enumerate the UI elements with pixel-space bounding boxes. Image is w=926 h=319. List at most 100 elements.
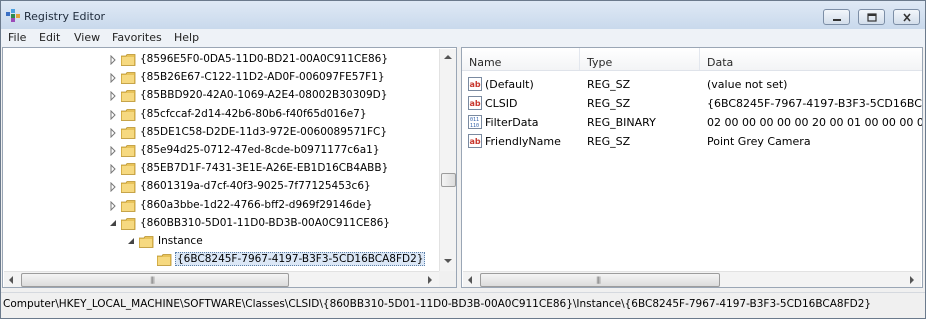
folder-icon [121, 90, 136, 103]
scroll-grip: ||| [596, 276, 601, 284]
open-folder-icon [121, 217, 136, 230]
tree-node[interactable]: {85cfccaf-2d14-42b6-80b6-f40f65d016e7} [109, 106, 439, 124]
values-list-pane[interactable]: Name Type Data ab (Default) REG_SZ (value n… [461, 47, 923, 288]
tree-node[interactable]: {85BBD920-42A0-1069-A2E4-08002B30309D} [109, 87, 439, 105]
scroll-thumb[interactable]: ||| [21, 273, 289, 287]
title-bar[interactable]: Registry Editor [1, 1, 925, 29]
scroll-thumb[interactable]: ||| [480, 273, 720, 287]
value-name: FriendlyName [485, 135, 561, 148]
key-tree-pane[interactable]: {8596E5F0-0DA5-11D0-BD21-00A0C911CE86} {8… [2, 47, 457, 288]
minimize-button[interactable] [823, 9, 850, 25]
tree-vertical-scrollbar[interactable] [439, 49, 456, 271]
scrollbar-corner [439, 271, 456, 287]
status-bar: Computer\HKEY_LOCAL_MACHINE\SOFTWARE\Cla… [1, 292, 925, 318]
tree-node[interactable]: {85B26E67-C122-11D2-AD0F-006097FE57F1} [109, 69, 439, 87]
value-type: REG_SZ [587, 78, 631, 91]
expand-arrow-icon[interactable] [109, 91, 117, 102]
value-row[interactable]: ab (Default) REG_SZ (value not set) [462, 75, 922, 94]
tree-node-label: {85DE1C58-D2DE-11d3-972E-0060089571FC} [140, 125, 388, 138]
folder-icon [121, 181, 136, 194]
folder-icon [121, 126, 136, 139]
tree-node-label: {85B26E67-C122-11D2-AD0F-006097FE57F1} [140, 71, 385, 84]
menu-favorites[interactable]: Favorites [112, 31, 162, 44]
tree-node[interactable]: {85e94d25-0712-47ed-8cde-b0971177c6a1} [109, 142, 439, 160]
tree-node[interactable]: {6BC8245F-7967-4197-B3F3-5CD16BCA8FD2} [145, 251, 456, 269]
expand-arrow-icon[interactable] [109, 127, 117, 138]
value-type: REG_SZ [587, 135, 631, 148]
tree-horizontal-scrollbar[interactable]: ||| [4, 271, 439, 287]
scroll-left-arrow[interactable] [468, 276, 472, 284]
menu-view[interactable]: View [74, 31, 100, 44]
svg-text:ab: ab [470, 99, 481, 108]
close-button[interactable] [893, 9, 920, 25]
window-title: Registry Editor [24, 10, 106, 23]
expand-arrow-icon[interactable] [109, 200, 117, 211]
folder-icon [121, 72, 136, 85]
tree-node-label: {8601319a-d7cf-40f3-9025-7f77125453c6} [140, 180, 371, 193]
scroll-down-arrow[interactable] [444, 259, 452, 263]
scroll-thumb[interactable] [441, 173, 456, 187]
registry-editor-window: Registry Editor File Edit View Favorites… [0, 0, 926, 319]
maximize-icon [867, 13, 877, 22]
tree-node[interactable]: {85DE1C58-D2DE-11d3-972E-0060089571FC} [109, 124, 439, 142]
expand-arrow-icon[interactable] [109, 164, 117, 175]
svg-text:ab: ab [470, 137, 481, 146]
minimize-icon [833, 19, 841, 21]
value-data: (value not set) [707, 78, 788, 91]
string-value-icon: ab [468, 96, 482, 110]
string-value-icon: ab [468, 77, 482, 91]
current-key-path: Computer\HKEY_LOCAL_MACHINE\SOFTWARE\Cla… [3, 298, 872, 310]
expand-arrow-icon[interactable] [109, 182, 117, 193]
folder-icon [121, 163, 136, 176]
svg-text:110: 110 [470, 123, 479, 129]
expand-arrow-icon[interactable] [109, 146, 117, 156]
folder-icon [121, 145, 136, 157]
value-type: REG_BINARY [587, 116, 656, 129]
folder-icon [121, 54, 136, 66]
open-folder-icon [157, 254, 172, 267]
tree-node[interactable]: {860BB310-5D01-11D0-BD3B-00A0C911CE86} [109, 215, 439, 233]
tree-node-label: {85EB7D1F-7431-3E1E-A26E-EB1D16CB4ABB} [140, 162, 389, 175]
tree-node-label: {860a3bbe-1d22-4766-bff2-d969f29146de} [140, 198, 373, 211]
binary-value-icon: 011110 [468, 115, 482, 129]
value-name: CLSID [485, 97, 518, 110]
tree-node[interactable]: {85EB7D1F-7431-3E1E-A26E-EB1D16CB4ABB} [109, 160, 439, 178]
value-row[interactable]: ab FriendlyName REG_SZ Point Grey Camera [462, 132, 922, 151]
expand-arrow-icon[interactable] [109, 55, 117, 65]
tree-node[interactable]: {8596E5F0-0DA5-11D0-BD21-00A0C911CE86} [109, 51, 439, 69]
column-header-data[interactable]: Data [700, 48, 922, 70]
tree-node[interactable]: {860a3bbe-1d22-4766-bff2-d969f29146de} [109, 197, 439, 215]
tree-node-label: {6BC8245F-7967-4197-B3F3-5CD16BCA8FD2} [175, 252, 426, 267]
value-row[interactable]: ab CLSID REG_SZ {6BC8245F-7967-4197-B3F3-5C… [462, 94, 923, 113]
value-data: {6BC8245F-7967-4197-B3F3-5CD16BCA8 [707, 97, 923, 110]
scroll-left-arrow[interactable] [9, 276, 13, 284]
tree-node-label: Instance [158, 235, 203, 247]
menu-help[interactable]: Help [174, 31, 199, 44]
value-name: (Default) [485, 78, 534, 91]
list-horizontal-scrollbar[interactable]: ||| [463, 271, 921, 287]
svg-text:ab: ab [470, 80, 481, 89]
value-data: Point Grey Camera [707, 135, 811, 148]
scroll-right-arrow[interactable] [910, 276, 914, 284]
folder-icon [121, 108, 136, 121]
scroll-up-arrow[interactable] [444, 55, 452, 59]
string-value-icon: ab [468, 134, 482, 148]
menu-edit[interactable]: Edit [39, 31, 60, 44]
expand-arrow-icon[interactable] [109, 109, 117, 120]
column-header-type[interactable]: Type [580, 48, 700, 70]
close-icon [903, 13, 911, 22]
maximize-button[interactable] [858, 9, 885, 25]
collapse-arrow-icon[interactable] [109, 219, 117, 229]
menu-bar: File Edit View Favorites Help [1, 29, 925, 47]
tree-node[interactable]: {8601319a-d7cf-40f3-9025-7f77125453c6} [109, 178, 439, 196]
tree-node-label: {85cfccaf-2d14-42b6-80b6-f40f65d016e7} [140, 107, 367, 120]
value-row[interactable]: 011 110 FilterData REG_BINARY 02 00 00 00 00… [462, 113, 922, 132]
column-header-name[interactable]: Name [462, 48, 580, 70]
scroll-right-arrow[interactable] [428, 276, 432, 284]
expand-arrow-icon[interactable] [109, 73, 117, 84]
menu-file[interactable]: File [8, 31, 26, 44]
collapse-arrow-icon[interactable] [127, 237, 135, 247]
tree-node-label: {85e94d25-0712-47ed-8cde-b0971177c6a1} [140, 144, 380, 156]
tree-node-label: {860BB310-5D01-11D0-BD3B-00A0C911CE86} [140, 216, 390, 229]
tree-node[interactable]: Instance [127, 233, 456, 251]
